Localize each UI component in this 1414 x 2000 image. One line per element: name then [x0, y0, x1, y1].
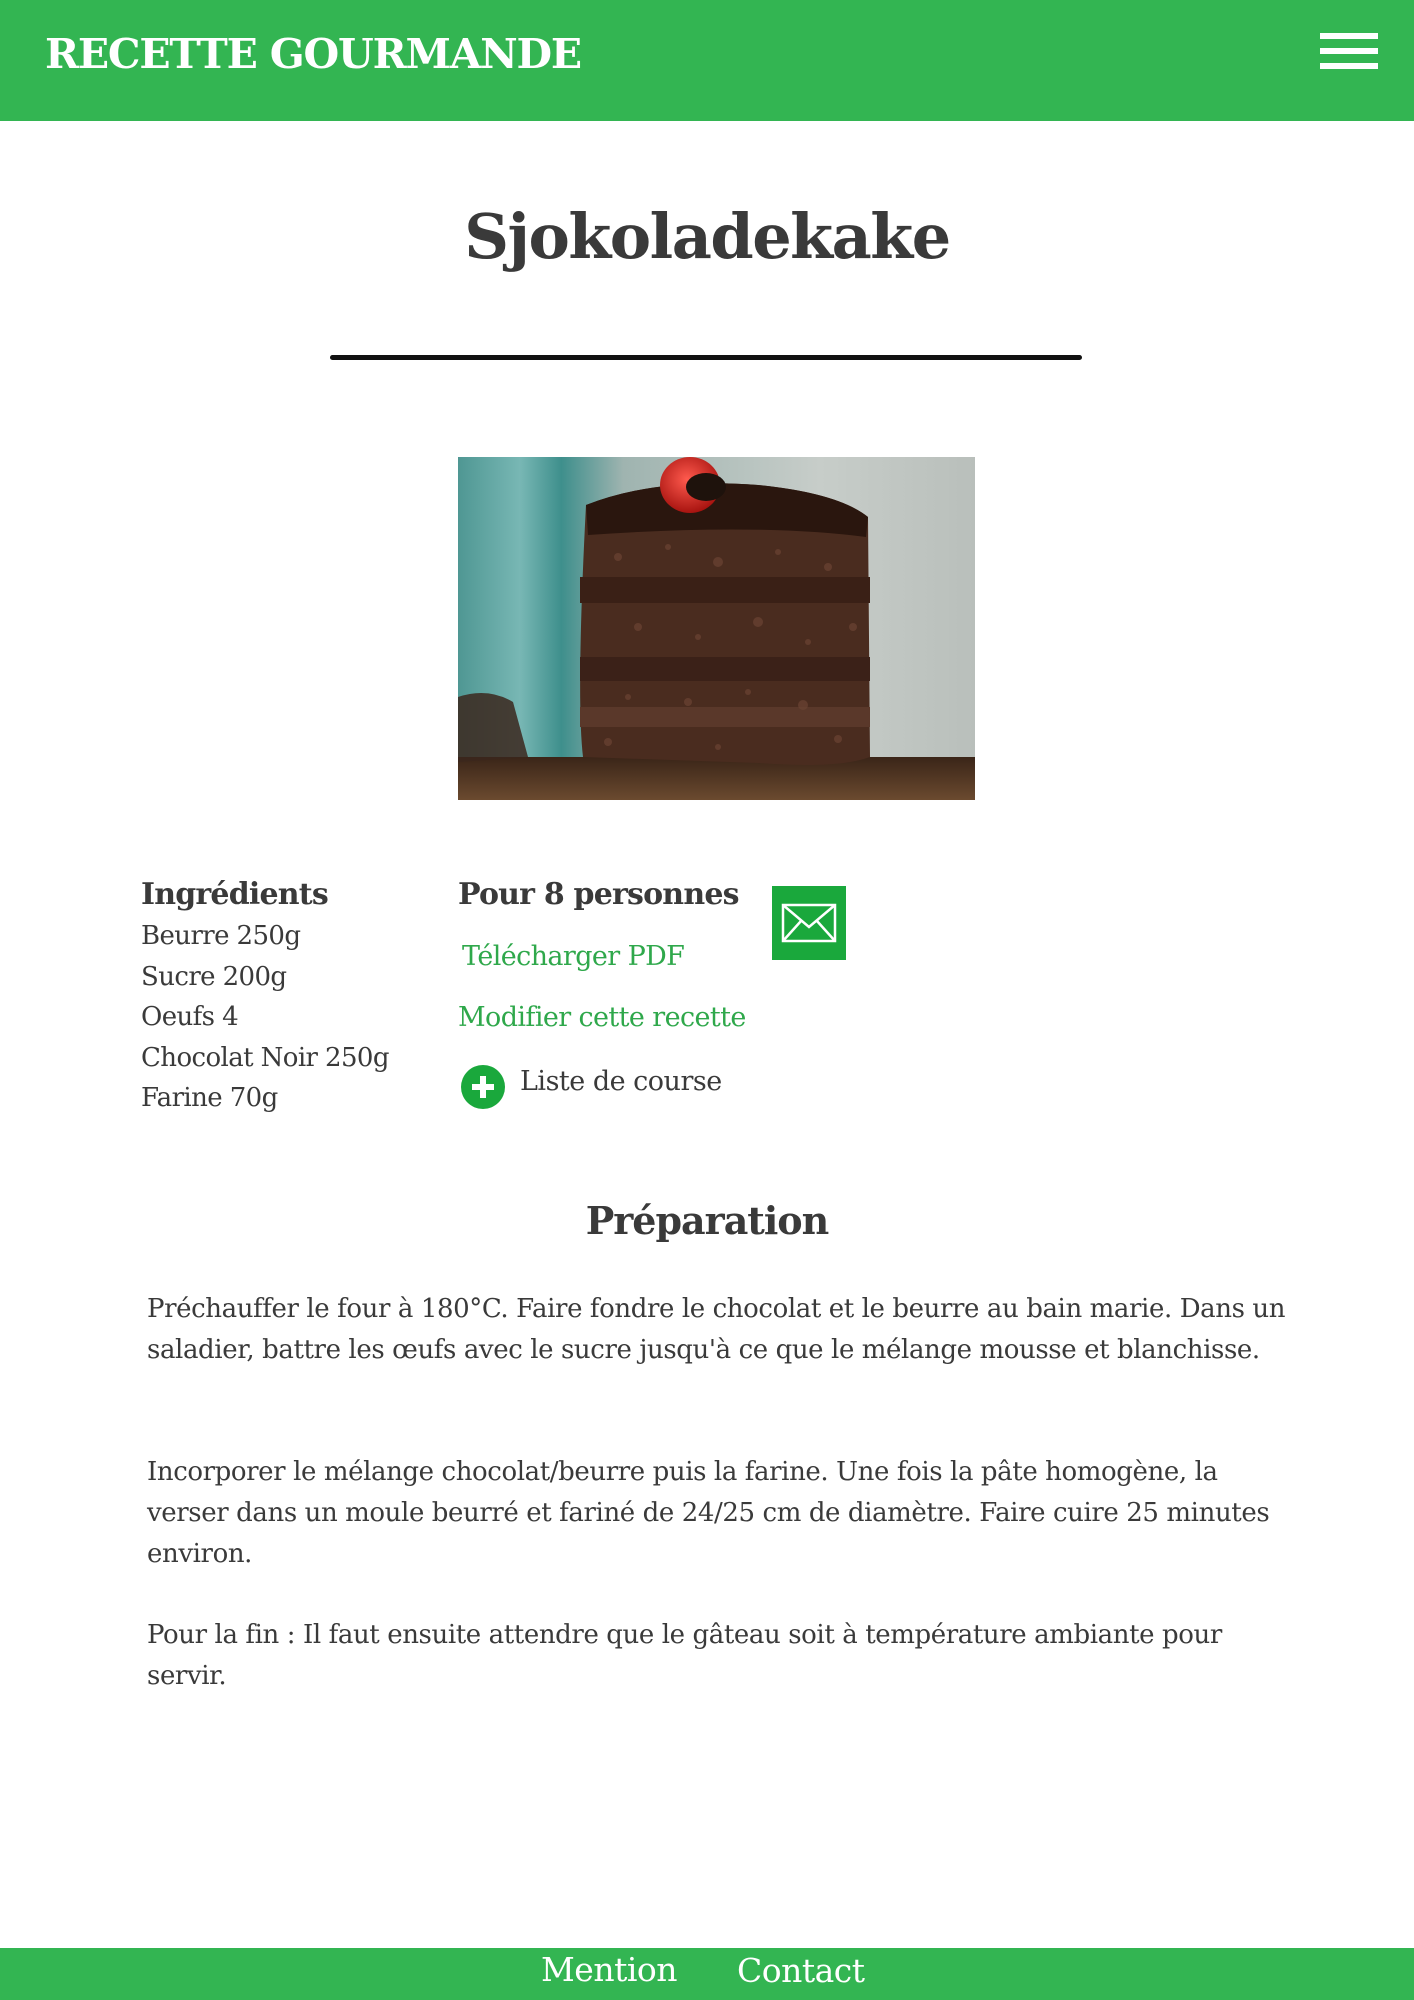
servings-label: Pour 8 personnes — [458, 877, 740, 912]
ingredient-item: Farine 70g — [141, 1083, 278, 1113]
recipe-title: Sjokoladekake — [464, 200, 951, 273]
ingredient-item: Beurre 250g — [141, 921, 301, 951]
top-navbar: RECETTE GOURMANDE — [0, 0, 1414, 121]
hamburger-menu-icon[interactable] — [1314, 27, 1384, 77]
preparation-paragraph: Incorporer le mélange chocolat/beurre pu… — [147, 1457, 1270, 1569]
ingredient-item: Chocolat Noir 250g — [141, 1042, 390, 1073]
ingredient-item: Sucre 200g — [141, 961, 287, 992]
ingredients-heading: Ingrédients — [141, 877, 329, 912]
site-brand[interactable]: RECETTE GOURMANDE — [45, 30, 582, 78]
edit-recipe-link[interactable]: Modifier cette recette — [458, 1002, 746, 1033]
envelope-icon[interactable] — [772, 886, 846, 960]
preparation-paragraph: Pour la fin : Il faut ensuite attendre q… — [147, 1620, 1222, 1691]
ingredients-list: Beurre 250g Sucre 200g Oeufs 4 Chocolat … — [141, 916, 390, 1119]
ingredient-item: Oeufs 4 — [141, 1002, 239, 1032]
download-pdf-link[interactable]: Télécharger PDF — [462, 941, 685, 972]
title-divider — [330, 355, 1082, 360]
footer-link-contact[interactable]: Contact — [737, 1951, 865, 1990]
plus-circle-icon[interactable] — [460, 1064, 506, 1110]
footer-bar: Mention Contact — [0, 1948, 1414, 2000]
preparation-paragraph: Préchauffer le four à 180°C. Faire fondr… — [147, 1294, 1286, 1365]
preparation-heading: Préparation — [585, 1198, 830, 1243]
recipe-photo — [458, 457, 975, 800]
footer-link-mention[interactable]: Mention — [541, 1950, 678, 1989]
shopping-list-label[interactable]: Liste de course — [520, 1066, 722, 1097]
